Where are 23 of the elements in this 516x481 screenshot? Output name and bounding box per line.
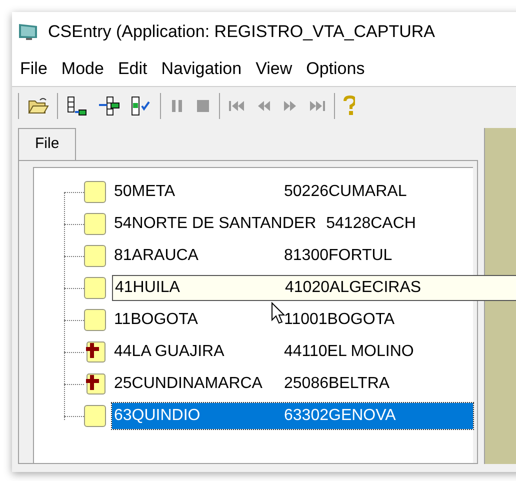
tree-item[interactable]: 54NORTE DE SANTANDER 54128CACH [112, 211, 416, 237]
menu-item[interactable]: File [20, 56, 48, 82]
menu-item[interactable]: Edit [118, 56, 148, 82]
tree-item[interactable]: 50META 50226CUMARAL [112, 179, 407, 205]
menu-item[interactable]: Navigation [161, 56, 242, 82]
mouse-cursor-icon [271, 302, 285, 324]
tree-item[interactable]: 44LA GUAJIRA 44110EL MOLINO [112, 339, 414, 365]
file-tab[interactable]: File [18, 128, 76, 160]
add-node-icon[interactable] [66, 96, 88, 116]
tree-item[interactable]: 63QUINDIO 63302GENOVA [112, 403, 473, 429]
insert-node-icon[interactable] [98, 96, 120, 116]
tree-item[interactable]: 81ARAUCA 81300FORTUL [112, 243, 392, 269]
monitor-icon [18, 22, 40, 42]
verify-node-icon[interactable] [130, 96, 152, 116]
tree-item[interactable]: 25CUNDINAMARCA 25086BELTRA [112, 371, 390, 397]
help-icon[interactable] [343, 94, 355, 116]
window-title: CSEntry (Application: REGISTRO_VTA_CAPTURA [48, 21, 436, 44]
tree-item[interactable]: 11BOGOTA 11001BOGOTA [112, 307, 395, 333]
menu-item[interactable]: View [256, 56, 292, 82]
tree-item[interactable]: 41HUILA 41020ALGECIRAS [112, 275, 516, 301]
menu-item[interactable]: Mode [61, 56, 104, 82]
open-folder-icon[interactable] [27, 96, 49, 116]
menu-item[interactable]: Options [306, 56, 365, 82]
